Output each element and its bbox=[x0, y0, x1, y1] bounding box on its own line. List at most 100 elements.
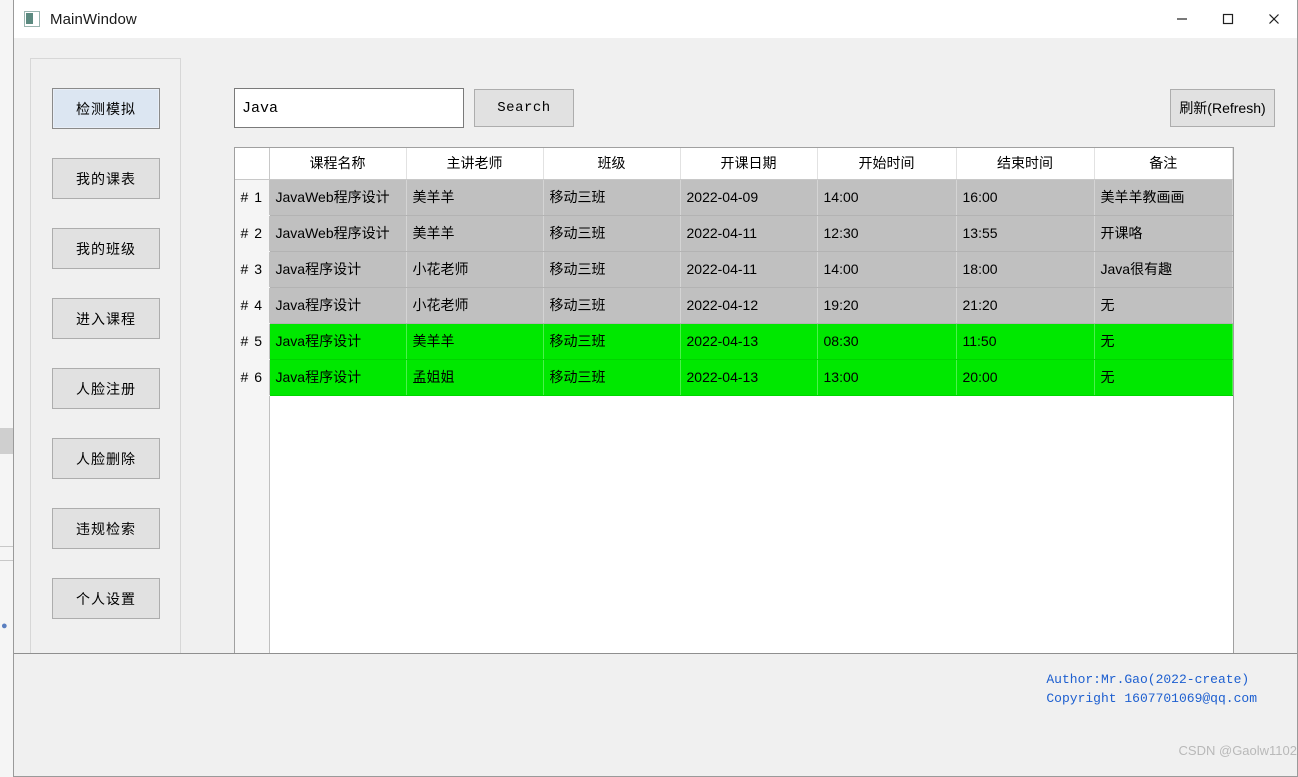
table-header-end-time[interactable]: 结束时间 bbox=[956, 148, 1095, 180]
table-header-start-date[interactable]: 开课日期 bbox=[680, 148, 818, 180]
table-empty-area bbox=[235, 395, 1233, 656]
cell-start-date[interactable]: 2022-04-11 bbox=[680, 215, 818, 252]
table-header-class[interactable]: 班级 bbox=[543, 148, 681, 180]
cell-class[interactable]: 移动三班 bbox=[543, 359, 681, 396]
background-window-chip bbox=[0, 428, 14, 454]
main-window: MainWindow 检测模拟 我的课表 我的班级 进入课程 人脸注册 人脸删除… bbox=[13, 0, 1298, 777]
table-row[interactable]: # 5 Java程序设计 美羊羊 移动三班 2022-04-13 08:30 1… bbox=[235, 323, 1233, 360]
cell-class[interactable]: 移动三班 bbox=[543, 287, 681, 324]
cell-teacher[interactable]: 孟姐姐 bbox=[406, 359, 544, 396]
background-window-divider bbox=[0, 560, 14, 561]
copyright-line: Copyright 1607701069@qq.com bbox=[1046, 691, 1257, 706]
cell-remark[interactable]: 无 bbox=[1094, 359, 1233, 396]
cell-class[interactable]: 移动三班 bbox=[543, 323, 681, 360]
window-controls bbox=[1159, 0, 1297, 38]
author-line: Author:Mr.Gao(2022-create) bbox=[1046, 672, 1250, 687]
cell-teacher[interactable]: 美羊羊 bbox=[406, 323, 544, 360]
sidebar-item-detection-simulation[interactable]: 检测模拟 bbox=[52, 88, 160, 129]
row-index: # 2 bbox=[235, 215, 270, 252]
cell-start-date[interactable]: 2022-04-13 bbox=[680, 359, 818, 396]
cell-remark[interactable]: 美羊羊教画画 bbox=[1094, 179, 1233, 216]
credits-block: Author:Mr.Gao(2022-create) Copyright 160… bbox=[1046, 670, 1257, 708]
row-index: # 5 bbox=[235, 323, 270, 360]
table-header-start-time[interactable]: 开始时间 bbox=[817, 148, 957, 180]
minimize-icon bbox=[1177, 18, 1187, 20]
cell-teacher[interactable]: 美羊羊 bbox=[406, 215, 544, 252]
table-row[interactable]: # 3 Java程序设计 小花老师 移动三班 2022-04-11 14:00 … bbox=[235, 251, 1233, 288]
cell-remark[interactable]: 开课咯 bbox=[1094, 215, 1233, 252]
table-body: # 1 JavaWeb程序设计 美羊羊 移动三班 2022-04-09 14:0… bbox=[235, 179, 1233, 656]
watermark: CSDN @Gaolw1102 bbox=[1178, 743, 1297, 758]
cell-start-time[interactable]: 19:20 bbox=[817, 287, 957, 324]
cell-end-time[interactable]: 13:55 bbox=[956, 215, 1095, 252]
title-bar: MainWindow bbox=[14, 0, 1297, 39]
row-index: # 3 bbox=[235, 251, 270, 288]
cell-end-time[interactable]: 11:50 bbox=[956, 323, 1095, 360]
cell-course-name[interactable]: Java程序设计 bbox=[269, 323, 407, 360]
cell-end-time[interactable]: 16:00 bbox=[956, 179, 1095, 216]
cell-start-time[interactable]: 12:30 bbox=[817, 215, 957, 252]
cell-course-name[interactable]: Java程序设计 bbox=[269, 287, 407, 324]
table-row[interactable]: # 4 Java程序设计 小花老师 移动三班 2022-04-12 19:20 … bbox=[235, 287, 1233, 324]
row-index: # 1 bbox=[235, 179, 270, 216]
footer: Author:Mr.Gao(2022-create) Copyright 160… bbox=[14, 653, 1297, 776]
maximize-button[interactable] bbox=[1205, 0, 1251, 38]
sidebar-item-my-class[interactable]: 我的班级 bbox=[52, 228, 160, 269]
refresh-button[interactable]: 刷新(Refresh) bbox=[1170, 89, 1275, 127]
table-row[interactable]: # 1 JavaWeb程序设计 美羊羊 移动三班 2022-04-09 14:0… bbox=[235, 179, 1233, 216]
cell-course-name[interactable]: JavaWeb程序设计 bbox=[269, 179, 407, 216]
table-header-gutter bbox=[235, 148, 270, 180]
background-window-glyph: ● bbox=[1, 620, 8, 632]
table-row[interactable]: # 6 Java程序设计 孟姐姐 移动三班 2022-04-13 13:00 2… bbox=[235, 359, 1233, 396]
table-header-course-name[interactable]: 课程名称 bbox=[269, 148, 407, 180]
cell-class[interactable]: 移动三班 bbox=[543, 215, 681, 252]
sidebar-item-personal-settings[interactable]: 个人设置 bbox=[52, 578, 160, 619]
cell-start-time[interactable]: 14:00 bbox=[817, 251, 957, 288]
cell-remark[interactable]: 无 bbox=[1094, 287, 1233, 324]
sidebar-item-enter-course[interactable]: 进入课程 bbox=[52, 298, 160, 339]
cell-start-date[interactable]: 2022-04-13 bbox=[680, 323, 818, 360]
maximize-icon bbox=[1222, 13, 1234, 25]
row-index: # 6 bbox=[235, 359, 270, 396]
minimize-button[interactable] bbox=[1159, 0, 1205, 38]
close-button[interactable] bbox=[1251, 0, 1297, 38]
cell-start-date[interactable]: 2022-04-11 bbox=[680, 251, 818, 288]
cell-end-time[interactable]: 21:20 bbox=[956, 287, 1095, 324]
cell-course-name[interactable]: Java程序设计 bbox=[269, 251, 407, 288]
cell-course-name[interactable]: JavaWeb程序设计 bbox=[269, 215, 407, 252]
row-index: # 4 bbox=[235, 287, 270, 324]
course-table[interactable]: 课程名称 主讲老师 班级 开课日期 开始时间 结束时间 备注 # 1 JavaW… bbox=[234, 147, 1234, 657]
cell-teacher[interactable]: 小花老师 bbox=[406, 287, 544, 324]
table-header-teacher[interactable]: 主讲老师 bbox=[406, 148, 544, 180]
cell-end-time[interactable]: 18:00 bbox=[956, 251, 1095, 288]
window-body: 检测模拟 我的课表 我的班级 进入课程 人脸注册 人脸删除 违规检索 个人设置 … bbox=[14, 38, 1297, 659]
cell-start-time[interactable]: 14:00 bbox=[817, 179, 957, 216]
content-panel: Search 刷新(Refresh) bbox=[197, 58, 1277, 657]
cell-start-date[interactable]: 2022-04-12 bbox=[680, 287, 818, 324]
cell-end-time[interactable]: 20:00 bbox=[956, 359, 1095, 396]
cell-class[interactable]: 移动三班 bbox=[543, 251, 681, 288]
cell-class[interactable]: 移动三班 bbox=[543, 179, 681, 216]
sidebar-item-violation-search[interactable]: 违规检索 bbox=[52, 508, 160, 549]
cell-remark[interactable]: Java很有趣 bbox=[1094, 251, 1233, 288]
table-header-row: 课程名称 主讲老师 班级 开课日期 开始时间 结束时间 备注 bbox=[235, 148, 1233, 180]
background-window-divider bbox=[0, 546, 14, 547]
cell-start-date[interactable]: 2022-04-09 bbox=[680, 179, 818, 216]
search-button[interactable]: Search bbox=[474, 89, 574, 127]
cell-start-time[interactable]: 08:30 bbox=[817, 323, 957, 360]
app-icon bbox=[24, 11, 40, 27]
sidebar-item-my-schedule[interactable]: 我的课表 bbox=[52, 158, 160, 199]
cell-remark[interactable]: 无 bbox=[1094, 323, 1233, 360]
cell-course-name[interactable]: Java程序设计 bbox=[269, 359, 407, 396]
sidebar-item-face-register[interactable]: 人脸注册 bbox=[52, 368, 160, 409]
course-table-grid: 课程名称 主讲老师 班级 开课日期 开始时间 结束时间 备注 # 1 JavaW… bbox=[235, 148, 1233, 656]
cell-teacher[interactable]: 小花老师 bbox=[406, 251, 544, 288]
window-title: MainWindow bbox=[50, 10, 137, 28]
table-row[interactable]: # 2 JavaWeb程序设计 美羊羊 移动三班 2022-04-11 12:3… bbox=[235, 215, 1233, 252]
search-input[interactable] bbox=[234, 88, 464, 128]
cell-teacher[interactable]: 美羊羊 bbox=[406, 179, 544, 216]
table-header-remark[interactable]: 备注 bbox=[1094, 148, 1233, 180]
cell-start-time[interactable]: 13:00 bbox=[817, 359, 957, 396]
close-icon bbox=[1269, 14, 1279, 24]
sidebar-item-face-delete[interactable]: 人脸删除 bbox=[52, 438, 160, 479]
